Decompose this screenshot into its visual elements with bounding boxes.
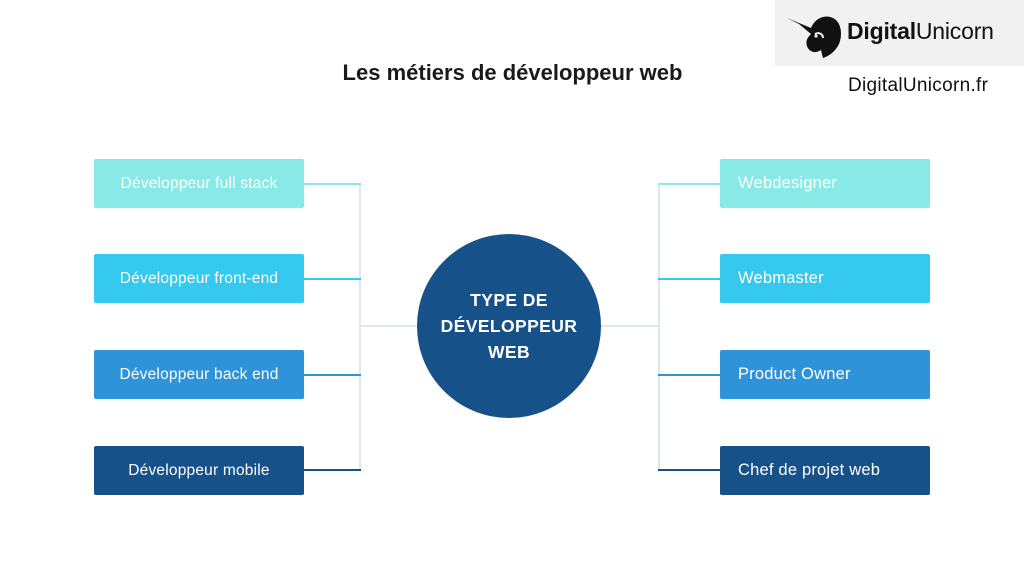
node-webdesigner: Webdesigner xyxy=(720,159,930,208)
node-back-end: Développeur back end xyxy=(94,350,304,399)
hub-line-2: DÉVELOPPEUR xyxy=(440,316,578,336)
node-front-end: Développeur front-end xyxy=(94,254,304,303)
brand-logo[interactable]: DigitalUnicorn xyxy=(775,0,1024,66)
brand-logo-bold: Digital xyxy=(847,18,916,44)
node-webmaster: Webmaster xyxy=(720,254,930,303)
node-full-stack: Développeur full stack xyxy=(94,159,304,208)
hub-line-1: TYPE DE xyxy=(470,290,548,310)
page-title: Les métiers de développeur web xyxy=(342,60,683,85)
node-chef-de-projet: Chef de projet web xyxy=(720,446,930,495)
hub-circle: TYPE DE DÉVELOPPEUR WEB xyxy=(417,234,601,418)
hub-line-3: WEB xyxy=(487,342,531,362)
node-product-owner: Product Owner xyxy=(720,350,930,399)
node-mobile: Développeur mobile xyxy=(94,446,304,495)
brand-logo-light: Unicorn xyxy=(915,18,994,44)
site-url[interactable]: DigitalUnicorn.fr xyxy=(848,75,988,97)
unicorn-head-icon xyxy=(787,16,841,58)
brand-logo-text: DigitalUnicorn xyxy=(847,18,994,45)
